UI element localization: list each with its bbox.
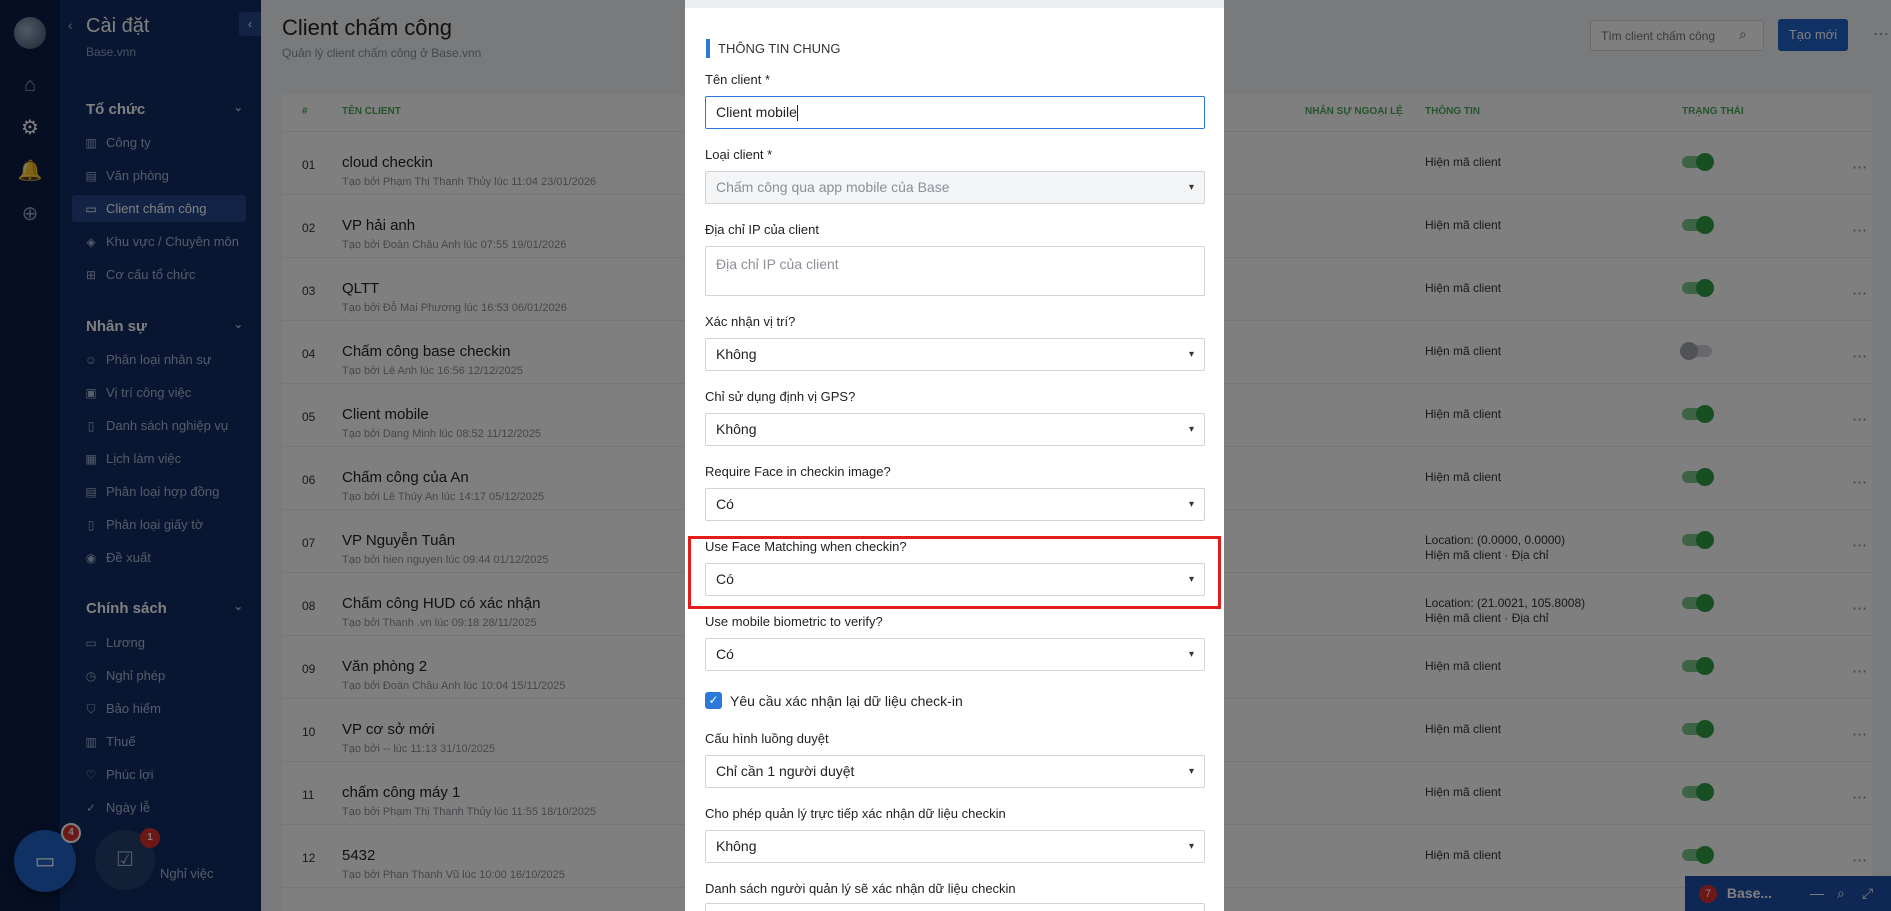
client-type-select[interactable]: Chấm công qua app mobile của Base ▾: [705, 171, 1205, 204]
chevron-down-icon: ▾: [1188, 841, 1194, 852]
manager-list-label: Danh sách người quản lý sẽ xác nhận dữ l…: [705, 881, 1016, 896]
manager-list-input[interactable]: [705, 903, 1205, 911]
ip-label: Địa chỉ IP của client: [705, 222, 819, 237]
chevron-down-icon: ▾: [1188, 424, 1194, 435]
chevron-down-icon: ▾: [1188, 349, 1194, 360]
approval-label: Cấu hình luồng duyệt: [705, 731, 829, 746]
chevron-down-icon: ▾: [1188, 182, 1194, 193]
location-label: Xác nhận vị trí?: [705, 314, 796, 329]
reconfirm-checkbox[interactable]: ✓: [705, 692, 722, 709]
client-form-modal: THÔNG TIN CHUNG Tên client * Client mobi…: [685, 0, 1224, 911]
chevron-down-icon: ▾: [1188, 766, 1194, 777]
chevron-down-icon: ▾: [1188, 649, 1194, 660]
client-name-label: Tên client *: [705, 72, 771, 87]
approval-select[interactable]: Chỉ cần 1 người duyệt ▾: [705, 755, 1205, 788]
face-match-select[interactable]: Có ▾: [705, 563, 1205, 596]
manager-confirm-select[interactable]: Không ▾: [705, 830, 1205, 863]
reconfirm-label: Yêu cầu xác nhận lại dữ liệu check-in: [730, 693, 963, 709]
biometric-select[interactable]: Có ▾: [705, 638, 1205, 671]
face-select[interactable]: Có ▾: [705, 488, 1205, 521]
chevron-down-icon: ▾: [1188, 499, 1194, 510]
gps-select[interactable]: Không ▾: [705, 413, 1205, 446]
client-name-input[interactable]: Client mobile: [705, 96, 1205, 129]
chevron-down-icon: ▾: [1188, 574, 1194, 585]
modal-topbar: [685, 0, 1224, 8]
section-title: THÔNG TIN CHUNG: [706, 39, 841, 58]
face-label: Require Face in checkin image?: [705, 464, 891, 479]
client-type-label: Loại client *: [705, 147, 773, 162]
manager-confirm-label: Cho phép quản lý trực tiếp xác nhận dữ l…: [705, 806, 1006, 821]
location-select[interactable]: Không ▾: [705, 338, 1205, 371]
face-match-label: Use Face Matching when checkin?: [705, 539, 907, 554]
biometric-label: Use mobile biometric to verify?: [705, 614, 883, 629]
gps-label: Chỉ sử dụng định vị GPS?: [705, 389, 856, 404]
ip-textarea[interactable]: Địa chỉ IP của client: [705, 246, 1205, 296]
